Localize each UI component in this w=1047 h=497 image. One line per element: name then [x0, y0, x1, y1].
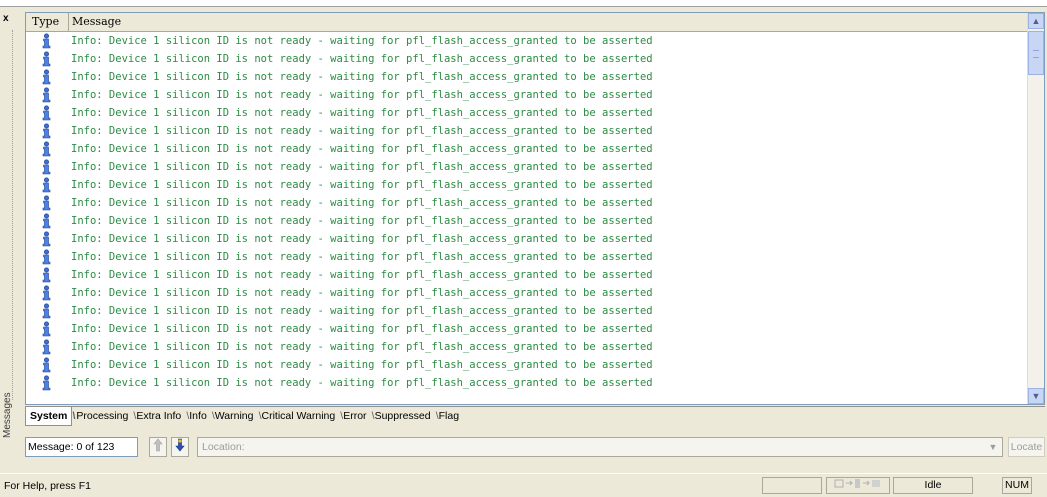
message-text: Info: Device 1 silicon ID is not ready -… — [71, 359, 653, 371]
message-toolbar: Message: 0 of 123 Location: ▼ Locate — [25, 435, 1045, 459]
info-icon — [39, 357, 54, 373]
message-text: Info: Device 1 silicon ID is not ready -… — [71, 89, 653, 101]
info-icon — [39, 285, 54, 301]
scroll-thumb[interactable] — [1028, 31, 1044, 75]
info-icon — [39, 141, 54, 157]
info-icon — [39, 177, 54, 193]
num-lock-indicator: NUM — [1002, 477, 1032, 494]
vertical-scrollbar[interactable]: ▲ ▼ — [1027, 13, 1044, 404]
message-row[interactable]: Info: Device 1 silicon ID is not ready -… — [26, 68, 1030, 86]
next-message-button[interactable] — [171, 437, 189, 457]
message-row[interactable]: Info: Device 1 silicon ID is not ready -… — [26, 302, 1030, 320]
message-text: Info: Device 1 silicon ID is not ready -… — [71, 161, 653, 173]
message-text: Info: Device 1 silicon ID is not ready -… — [71, 305, 653, 317]
info-icon — [39, 33, 54, 49]
message-text: Info: Device 1 silicon ID is not ready -… — [71, 251, 653, 263]
tab-critical-warning[interactable]: Critical Warning — [258, 407, 343, 425]
message-row[interactable]: Info: Device 1 silicon ID is not ready -… — [26, 86, 1030, 104]
tab-error[interactable]: Error — [339, 407, 375, 425]
close-panel-button[interactable]: x — [3, 13, 9, 24]
status-bar: For Help, press F1 Idle NUM — [0, 473, 1047, 497]
message-text: Info: Device 1 silicon ID is not ready -… — [71, 269, 653, 281]
message-tabs: SystemProcessingExtra InfoInfoWarningCri… — [25, 406, 463, 426]
tab-extra-info[interactable]: Extra Info — [132, 407, 189, 425]
message-text: Info: Device 1 silicon ID is not ready -… — [71, 287, 653, 299]
message-text: Info: Device 1 silicon ID is not ready -… — [71, 143, 653, 155]
tab-warning[interactable]: Warning — [211, 407, 261, 425]
tab-info[interactable]: Info — [185, 407, 214, 425]
message-row[interactable]: Info: Device 1 silicon ID is not ready -… — [26, 356, 1030, 374]
list-header: Type Message — [26, 13, 1030, 32]
info-icon — [39, 87, 54, 103]
panel-title: Messages — [2, 392, 13, 438]
scroll-down-button[interactable]: ▼ — [1028, 388, 1044, 404]
info-icon — [39, 195, 54, 211]
message-text: Info: Device 1 silicon ID is not ready -… — [71, 197, 653, 209]
info-icon — [39, 213, 54, 229]
info-icon — [39, 51, 54, 67]
message-row[interactable]: Info: Device 1 silicon ID is not ready -… — [26, 248, 1030, 266]
info-icon — [39, 105, 54, 121]
message-row[interactable]: Info: Device 1 silicon ID is not ready -… — [26, 176, 1030, 194]
message-text: Info: Device 1 silicon ID is not ready -… — [71, 233, 653, 245]
progress-indicator-icon — [826, 477, 890, 494]
info-icon — [39, 159, 54, 175]
message-text: Info: Device 1 silicon ID is not ready -… — [71, 215, 653, 227]
dock-grip[interactable] — [12, 30, 15, 400]
tab-system[interactable]: System — [25, 406, 76, 426]
status-pane-empty — [762, 477, 822, 494]
message-text: Info: Device 1 silicon ID is not ready -… — [71, 179, 653, 191]
messages-list[interactable]: Type Message Info: Device 1 silicon ID i… — [25, 12, 1045, 405]
chevron-down-icon[interactable]: ▼ — [985, 439, 1001, 455]
info-icon — [39, 375, 54, 391]
column-message-header[interactable]: Message — [69, 13, 1030, 31]
scroll-up-button[interactable]: ▲ — [1028, 13, 1044, 29]
tab-suppressed[interactable]: Suppressed — [371, 407, 439, 425]
message-text: Info: Device 1 silicon ID is not ready -… — [71, 53, 653, 65]
message-rows: Info: Device 1 silicon ID is not ready -… — [26, 32, 1030, 392]
message-row[interactable]: Info: Device 1 silicon ID is not ready -… — [26, 212, 1030, 230]
message-row[interactable]: Info: Device 1 silicon ID is not ready -… — [26, 320, 1030, 338]
info-icon — [39, 267, 54, 283]
message-row[interactable]: Info: Device 1 silicon ID is not ready -… — [26, 266, 1030, 284]
down-arrow-icon — [175, 438, 185, 452]
message-text: Info: Device 1 silicon ID is not ready -… — [71, 71, 653, 83]
message-text: Info: Device 1 silicon ID is not ready -… — [71, 35, 653, 47]
tab-flag[interactable]: Flag — [435, 407, 463, 425]
message-row[interactable]: Info: Device 1 silicon ID is not ready -… — [26, 32, 1030, 50]
message-row[interactable]: Info: Device 1 silicon ID is not ready -… — [26, 194, 1030, 212]
message-row[interactable]: Info: Device 1 silicon ID is not ready -… — [26, 104, 1030, 122]
message-text: Info: Device 1 silicon ID is not ready -… — [71, 107, 653, 119]
message-text: Info: Device 1 silicon ID is not ready -… — [71, 323, 653, 335]
up-arrow-icon — [153, 438, 163, 452]
help-text: For Help, press F1 — [4, 480, 91, 492]
info-icon — [39, 321, 54, 337]
info-icon — [39, 303, 54, 319]
message-row[interactable]: Info: Device 1 silicon ID is not ready -… — [26, 122, 1030, 140]
info-icon — [39, 123, 54, 139]
info-icon — [39, 249, 54, 265]
tab-processing[interactable]: Processing — [72, 407, 136, 425]
message-row[interactable]: Info: Device 1 silicon ID is not ready -… — [26, 230, 1030, 248]
message-row[interactable]: Info: Device 1 silicon ID is not ready -… — [26, 284, 1030, 302]
location-combo[interactable]: Location: ▼ — [197, 437, 1003, 457]
info-icon — [39, 69, 54, 85]
message-text: Info: Device 1 silicon ID is not ready -… — [71, 377, 653, 389]
message-row[interactable]: Info: Device 1 silicon ID is not ready -… — [26, 338, 1030, 356]
message-count-field: Message: 0 of 123 — [25, 437, 138, 457]
window-top-edge — [0, 0, 1047, 7]
info-icon — [39, 231, 54, 247]
locate-button[interactable]: Locate — [1008, 437, 1045, 457]
info-icon — [39, 339, 54, 355]
message-text: Info: Device 1 silicon ID is not ready -… — [71, 341, 653, 353]
message-row[interactable]: Info: Device 1 silicon ID is not ready -… — [26, 50, 1030, 68]
location-placeholder: Location: — [202, 441, 245, 453]
message-row[interactable]: Info: Device 1 silicon ID is not ready -… — [26, 140, 1030, 158]
message-row[interactable]: Info: Device 1 silicon ID is not ready -… — [26, 158, 1030, 176]
status-state: Idle — [893, 477, 973, 494]
message-row[interactable]: Info: Device 1 silicon ID is not ready -… — [26, 374, 1030, 392]
previous-message-button[interactable] — [149, 437, 167, 457]
message-text: Info: Device 1 silicon ID is not ready -… — [71, 125, 653, 137]
column-type-header[interactable]: Type — [26, 13, 69, 31]
